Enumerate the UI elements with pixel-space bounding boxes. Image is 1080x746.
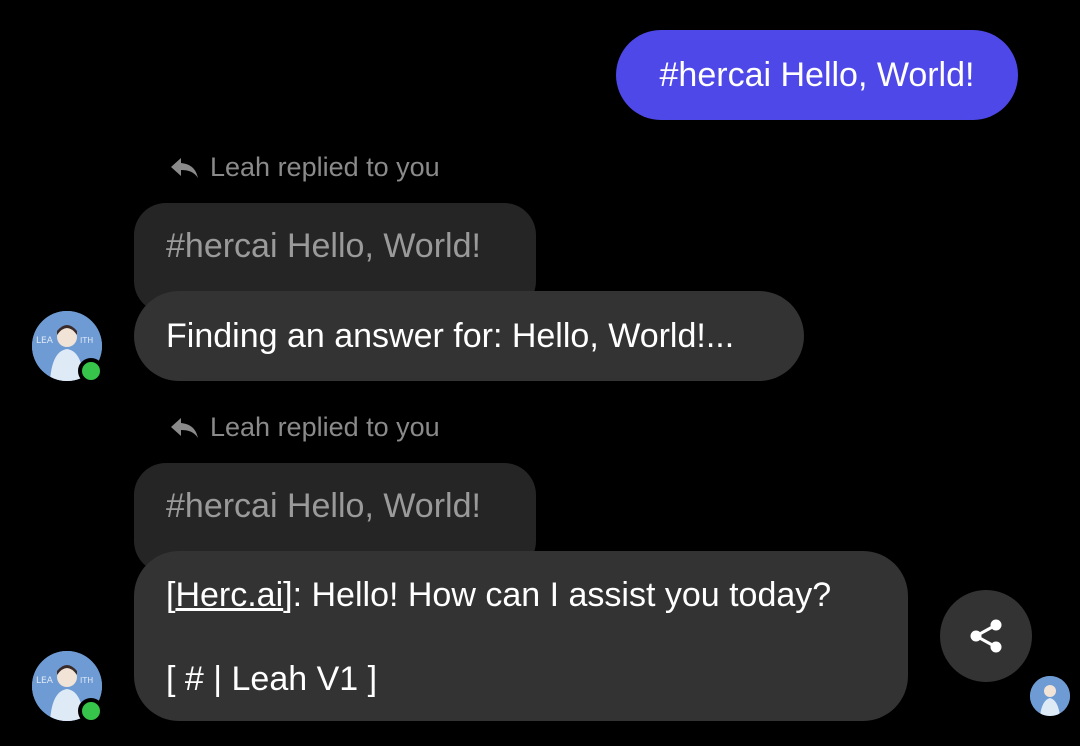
reply-header: Leah replied to you [168,152,440,183]
svg-text:ITH: ITH [80,336,93,345]
share-button[interactable] [940,590,1032,682]
received-message-text: Finding an answer for: Hello, World!... [166,316,735,355]
quoted-message-text: #hercai Hello, World! [166,487,481,525]
reply-arrow-icon [171,157,198,178]
reply-header: Leah replied to you [168,412,440,443]
svg-text:LEA: LEA [36,676,54,686]
svg-text:ITH: ITH [80,676,93,685]
avatar-image [1030,676,1070,716]
received-message-line: [Herc.ai]: Hello! How can I assist you t… [166,575,876,615]
online-status-dot [78,698,104,724]
sent-message-bubble[interactable]: #hercai Hello, World! [616,30,1018,120]
read-receipt-avatar [1030,676,1070,716]
svg-text:LEA: LEA [36,336,54,346]
reply-arrow-icon [171,417,198,438]
online-status-dot [78,358,104,384]
signature-text: [ # | Leah V1 ] [166,660,378,698]
received-message-bubble[interactable]: Finding an answer for: Hello, World!... [134,291,804,381]
signature-line: [ # | Leah V1 ] [166,659,876,699]
reply-header-text: Leah replied to you [210,412,440,442]
received-message-bubble[interactable]: [Herc.ai]: Hello! How can I assist you t… [134,551,908,721]
share-icon [970,619,1002,653]
received-message-text: ]: Hello! How can I assist you today? [283,576,832,614]
herc-ai-link[interactable]: Herc.ai [175,576,283,614]
quoted-message-text: #hercai Hello, World! [166,227,481,265]
reply-header-text: Leah replied to you [210,152,440,182]
sent-message-text: #hercai Hello, World! [659,55,975,94]
